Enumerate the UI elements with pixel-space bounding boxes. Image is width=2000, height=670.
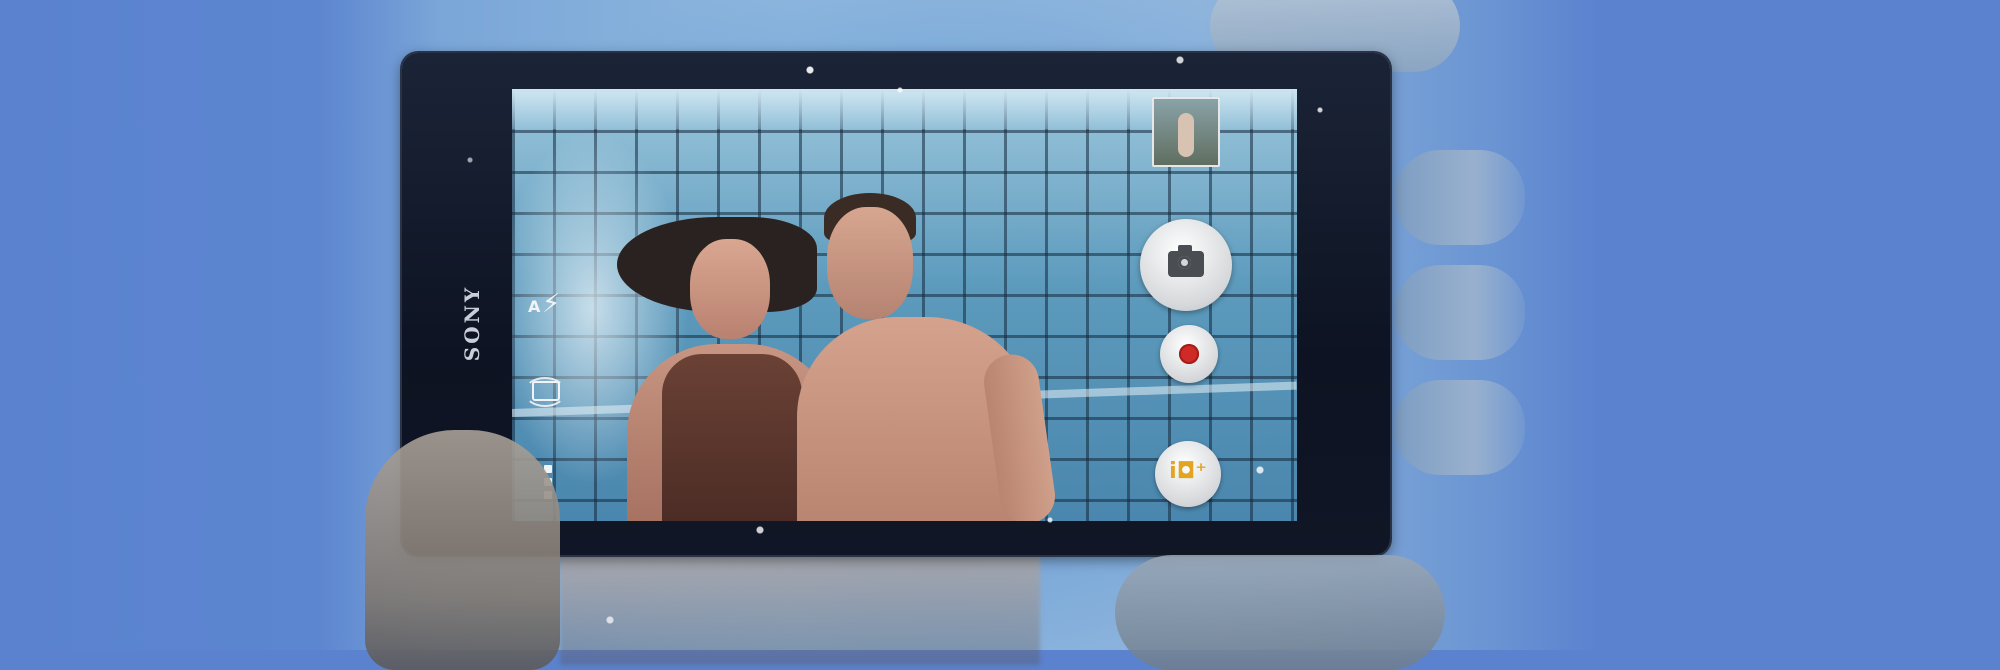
- woman-head: [690, 239, 770, 339]
- shutter-button[interactable]: [1140, 219, 1232, 311]
- record-icon: [1179, 344, 1199, 364]
- finger-right-2: [1395, 265, 1525, 360]
- last-photo-thumbnail[interactable]: [1152, 97, 1220, 167]
- camera-body-icon: [532, 381, 560, 401]
- flash-auto-icon[interactable]: A ⚡: [528, 289, 572, 325]
- brand-logo: SONY: [460, 284, 484, 362]
- finger-right-1: [1395, 150, 1525, 245]
- superior-auto-camera-icon: i◘⁺: [1169, 459, 1207, 484]
- record-button[interactable]: [1160, 325, 1218, 383]
- camera-icon: [1168, 245, 1204, 277]
- finger-bottom-right: [1115, 555, 1445, 670]
- flash-mode-letter: A: [528, 297, 541, 316]
- man-head: [827, 207, 913, 319]
- lightning-bolt-icon: ⚡: [542, 289, 561, 319]
- finger-right-3: [1395, 380, 1525, 475]
- thumbnail-figure: [1178, 113, 1194, 157]
- camera-viewfinder[interactable]: A ⚡ i◘⁺: [512, 89, 1297, 521]
- underwater-reflection: [560, 545, 1040, 665]
- swimsuit: [662, 354, 802, 521]
- superior-auto-button[interactable]: i◘⁺: [1155, 441, 1221, 507]
- thumb-bottom-left: [365, 430, 560, 670]
- switch-camera-icon[interactable]: [524, 371, 566, 407]
